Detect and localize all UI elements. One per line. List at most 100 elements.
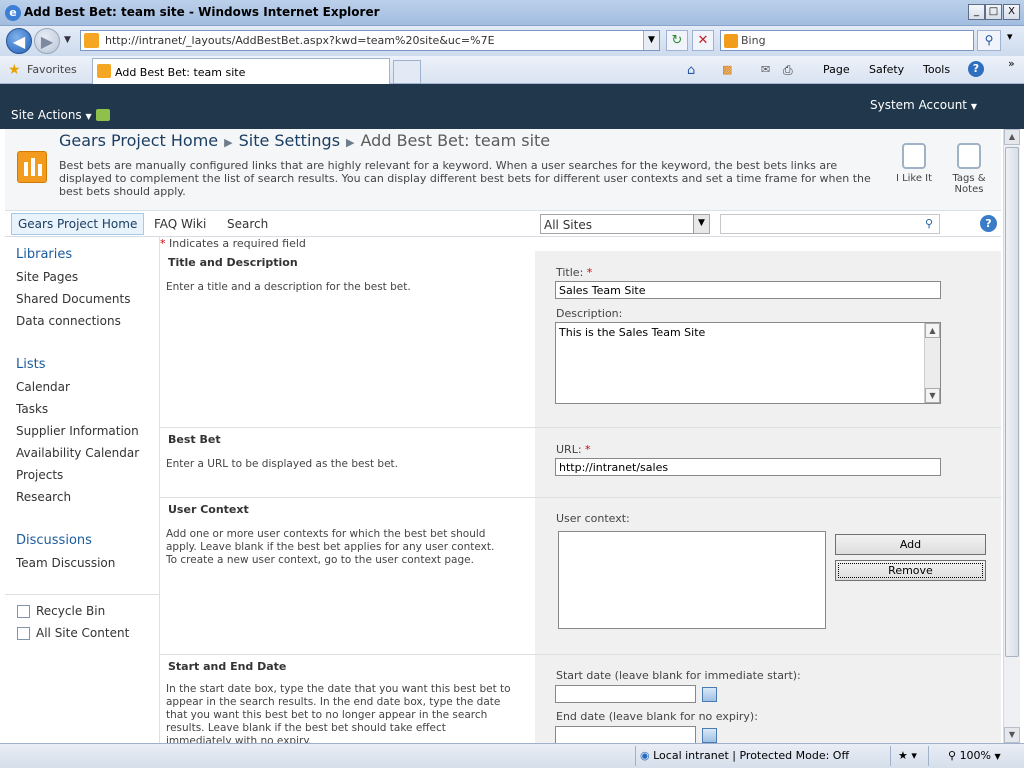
user-menu[interactable]: System Account ▼ [870, 98, 977, 112]
description-value[interactable]: This is the Sales Team Site [559, 326, 705, 339]
topnav-faq-wiki-link[interactable]: FAQ Wiki [154, 217, 206, 231]
nav-supplier-information[interactable]: Supplier Information [16, 424, 139, 438]
help-icon[interactable]: ? [980, 215, 997, 232]
feeds-icon[interactable]: ▩ [722, 63, 732, 76]
all-site-content-icon [17, 627, 30, 640]
site-actions-label[interactable]: Site Actions [11, 108, 82, 122]
title-label-text: Title: [556, 266, 584, 279]
breadcrumb-site-settings-link[interactable]: Site Settings [239, 131, 340, 150]
chevron-down-icon[interactable]: ▼ [693, 215, 709, 233]
description-scrollbar[interactable]: ▲ ▼ [924, 323, 940, 403]
tab-title[interactable]: Add Best Bet: team site [115, 66, 245, 79]
search-options-icon[interactable]: ▾ [1007, 30, 1013, 43]
i-like-it-button[interactable]: I Like It [891, 143, 937, 184]
site-logo-icon[interactable] [17, 151, 47, 183]
url-input[interactable]: http://intranet/sales [555, 458, 941, 476]
title-input[interactable]: Sales Team Site [555, 281, 941, 299]
url-label: URL: * [556, 443, 591, 456]
nav-availability-calendar[interactable]: Availability Calendar [16, 446, 139, 460]
nav-site-pages[interactable]: Site Pages [16, 270, 78, 284]
libraries-heading[interactable]: Libraries [16, 247, 72, 262]
edit-page-icon[interactable] [96, 109, 110, 121]
site-actions-menu[interactable]: Site Actions ▼ [11, 108, 92, 122]
address-dropdown-button[interactable]: ▼ [643, 31, 659, 50]
back-button[interactable]: ◀ [6, 28, 32, 54]
home-icon[interactable]: ⌂ [687, 63, 695, 78]
calendar-icon[interactable] [702, 687, 717, 702]
topnav-home-link[interactable]: Gears Project Home [11, 213, 145, 235]
quick-launch: Libraries Site Pages Shared Documents Da… [5, 237, 160, 743]
search-scope-select[interactable]: All Sites ▼ [540, 214, 710, 234]
search-go-icon[interactable]: ⚲ [919, 215, 939, 233]
favorites-star-icon[interactable]: ★ [8, 62, 21, 78]
scroll-up-icon[interactable]: ▲ [925, 323, 940, 338]
nav-research[interactable]: Research [16, 490, 71, 504]
search-button[interactable]: ⚲ [977, 30, 1001, 51]
safety-menu[interactable]: Safety [869, 63, 904, 76]
scroll-down-icon[interactable]: ▼ [925, 388, 940, 403]
print-icon[interactable]: ⎙ [783, 63, 793, 78]
page-scrollbar[interactable]: ▲ ▼ [1003, 129, 1020, 743]
search-placeholder[interactable]: Bing [741, 34, 766, 47]
search-box[interactable]: Bing [720, 30, 974, 51]
recycle-bin-icon [17, 605, 30, 618]
nav-projects[interactable]: Projects [16, 468, 63, 482]
scroll-thumb[interactable] [1005, 147, 1019, 657]
forward-button[interactable]: ▶ [34, 28, 60, 54]
toolbar-overflow-button[interactable]: » [1008, 57, 1015, 70]
close-button[interactable]: X [1003, 4, 1020, 20]
required-field-note: * Indicates a required field [160, 237, 306, 250]
refresh-button[interactable]: ↻ [666, 30, 688, 51]
user-context-listbox[interactable] [558, 531, 826, 629]
zoom-level[interactable]: ⚲ 100% ▼ [948, 749, 1001, 762]
tools-menu[interactable]: Tools [923, 63, 950, 76]
remove-button[interactable]: Remove [835, 560, 986, 581]
address-url[interactable]: http://intranet/_layouts/AddBestBet.aspx… [105, 34, 495, 47]
maximize-button[interactable]: □ [985, 4, 1002, 20]
zoom-value[interactable]: 100% [960, 749, 991, 762]
navigation-bar: ◀ ▶ ▼ http://intranet/_layouts/AddBestBe… [0, 26, 1024, 56]
nav-all-site-content[interactable]: All Site Content [36, 626, 129, 640]
required-asterisk: * [586, 266, 593, 279]
window-titlebar: e Add Best Bet: team site - Windows Inte… [0, 0, 1024, 26]
help-menu-icon[interactable]: ? [968, 61, 984, 77]
security-zone-text[interactable]: Local intranet | Protected Mode: Off [653, 749, 849, 762]
site-search-input[interactable]: ⚲ [720, 214, 940, 234]
minimize-button[interactable]: _ [968, 4, 985, 20]
address-bar[interactable]: http://intranet/_layouts/AddBestBet.aspx… [80, 30, 660, 51]
section-help-text: Add one or more user contexts for which … [166, 528, 495, 566]
topnav-search-link[interactable]: Search [227, 217, 268, 231]
section-label-column: User Context Add one or more user contex… [160, 498, 535, 654]
tags-notes-button[interactable]: Tags & Notes [947, 143, 991, 195]
nav-shared-documents[interactable]: Shared Documents [16, 292, 130, 306]
recent-pages-dropdown-icon[interactable]: ▼ [64, 35, 71, 45]
nav-recycle-bin[interactable]: Recycle Bin [36, 604, 105, 618]
new-tab-button[interactable] [393, 60, 421, 84]
favorites-button[interactable]: Favorites [27, 63, 77, 76]
lists-heading[interactable]: Lists [16, 357, 46, 372]
browser-tab[interactable]: Add Best Bet: team site [92, 58, 390, 84]
nav-data-connections[interactable]: Data connections [16, 314, 121, 328]
i-like-it-icon [902, 143, 926, 169]
discussions-heading[interactable]: Discussions [16, 533, 92, 548]
stop-button[interactable]: ✕ [692, 30, 714, 51]
description-textarea[interactable]: This is the Sales Team Site ▲ ▼ [555, 322, 941, 404]
protected-mode-icon[interactable]: ★ ▾ [898, 749, 917, 762]
scroll-down-icon[interactable]: ▼ [1004, 727, 1020, 743]
read-mail-icon[interactable]: ✉ [761, 63, 770, 76]
end-date-input[interactable] [555, 726, 696, 743]
calendar-icon[interactable] [702, 728, 717, 743]
page-menu[interactable]: Page [823, 63, 850, 76]
security-zone[interactable]: ◉ Local intranet | Protected Mode: Off [640, 749, 849, 762]
nav-team-discussion[interactable]: Team Discussion [16, 556, 115, 570]
add-button[interactable]: Add [835, 534, 986, 555]
breadcrumb-site-link[interactable]: Gears Project Home [59, 131, 218, 150]
nav-calendar[interactable]: Calendar [16, 380, 70, 394]
start-date-label: Start date (leave blank for immediate st… [556, 669, 801, 682]
start-date-input[interactable] [555, 685, 696, 703]
nav-tasks[interactable]: Tasks [16, 402, 48, 416]
bing-icon [724, 34, 738, 48]
scroll-up-icon[interactable]: ▲ [1004, 129, 1020, 145]
search-scope-value[interactable]: All Sites [544, 218, 592, 232]
user-name[interactable]: System Account [870, 98, 967, 112]
